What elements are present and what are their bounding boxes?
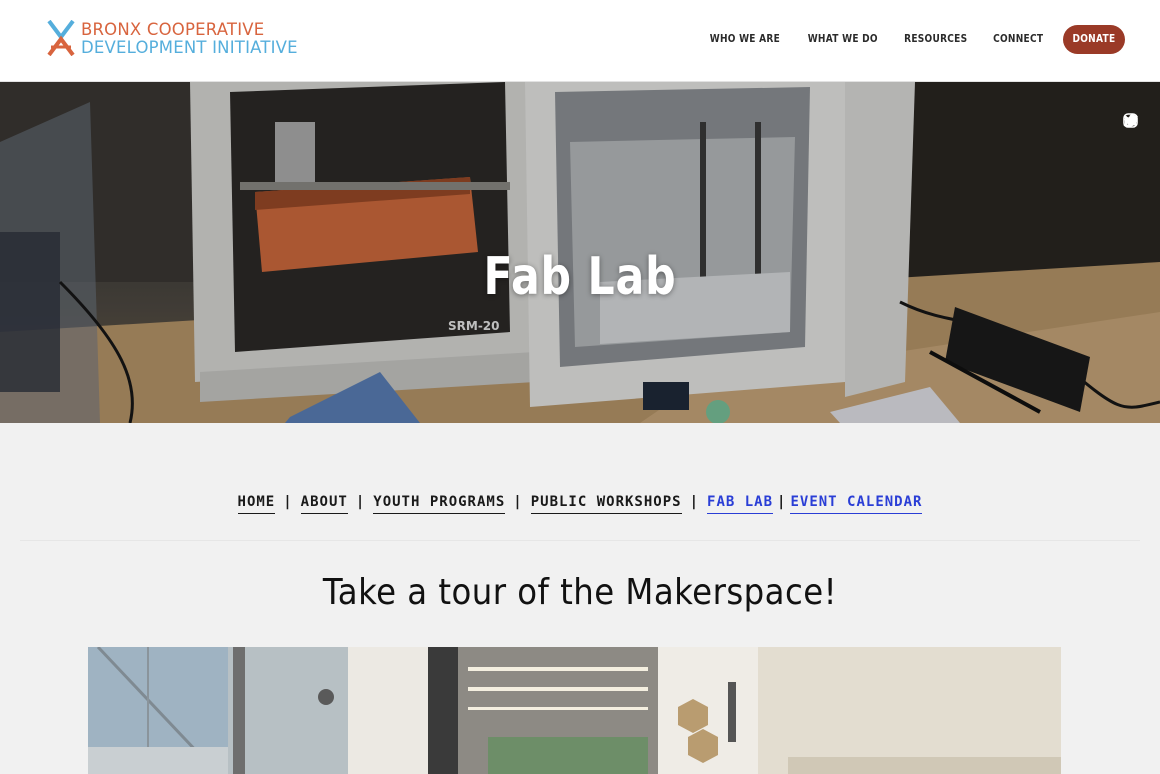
section-divider	[20, 540, 1140, 541]
logo-wordmark: BRONX COOPERATIVE DEVELOPMENT INITIATIVE	[81, 21, 298, 57]
nav-connect[interactable]: CONNECT	[993, 33, 1043, 45]
site-header: BRONX COOPERATIVE DEVELOPMENT INITIATIVE…	[0, 0, 1160, 82]
section-subnav: HOME | ABOUT | YOUTH PROGRAMS | PUBLIC WORKSHO…	[0, 494, 1160, 514]
logo-line-1: BRONX COOPERATIVE	[81, 20, 265, 39]
section-heading: Take a tour of the Makerspace!	[322, 572, 838, 613]
subnav-about[interactable]: ABOUT	[300, 494, 348, 514]
logo-x-icon	[47, 20, 75, 56]
nav-what-we-do[interactable]: WHAT WE DO	[807, 33, 877, 45]
subnav-home[interactable]: HOME	[237, 494, 276, 514]
hero-banner: SRM-20 Fab Lab	[0, 82, 1160, 423]
makerspace-tour-image	[88, 647, 1061, 774]
page-title: Fab Lab	[483, 247, 677, 307]
main-nav: WHO WE ARE WHAT WE DO RESOURCES CONNECT …	[688, 24, 1125, 54]
subnav-separator: |	[355, 494, 366, 510]
subnav-youth-programs[interactable]: YOUTH PROGRAMS	[373, 494, 506, 514]
subnav-public-workshops[interactable]: PUBLIC WORKSHOPS	[530, 494, 682, 514]
nav-resources[interactable]: RESOURCES	[904, 33, 967, 45]
subnav-separator: |	[777, 494, 787, 510]
makerspace-photo	[88, 647, 1061, 774]
nav-who-we-are[interactable]: WHO WE ARE	[710, 33, 780, 45]
subnav-fab-lab[interactable]: FAB LAB	[707, 494, 774, 514]
subnav-separator: |	[283, 494, 293, 510]
donate-label: DONATE	[1072, 33, 1116, 45]
donate-button[interactable]: DONATE	[1063, 24, 1125, 54]
subnav-event-calendar[interactable]: EVENT CALENDAR	[790, 494, 923, 514]
medium-icon[interactable]	[1122, 112, 1139, 129]
subnav-separator: |	[513, 494, 523, 510]
logo-line-2: DEVELOPMENT INITIATIVE	[81, 38, 298, 57]
subnav-separator: |	[689, 494, 700, 510]
